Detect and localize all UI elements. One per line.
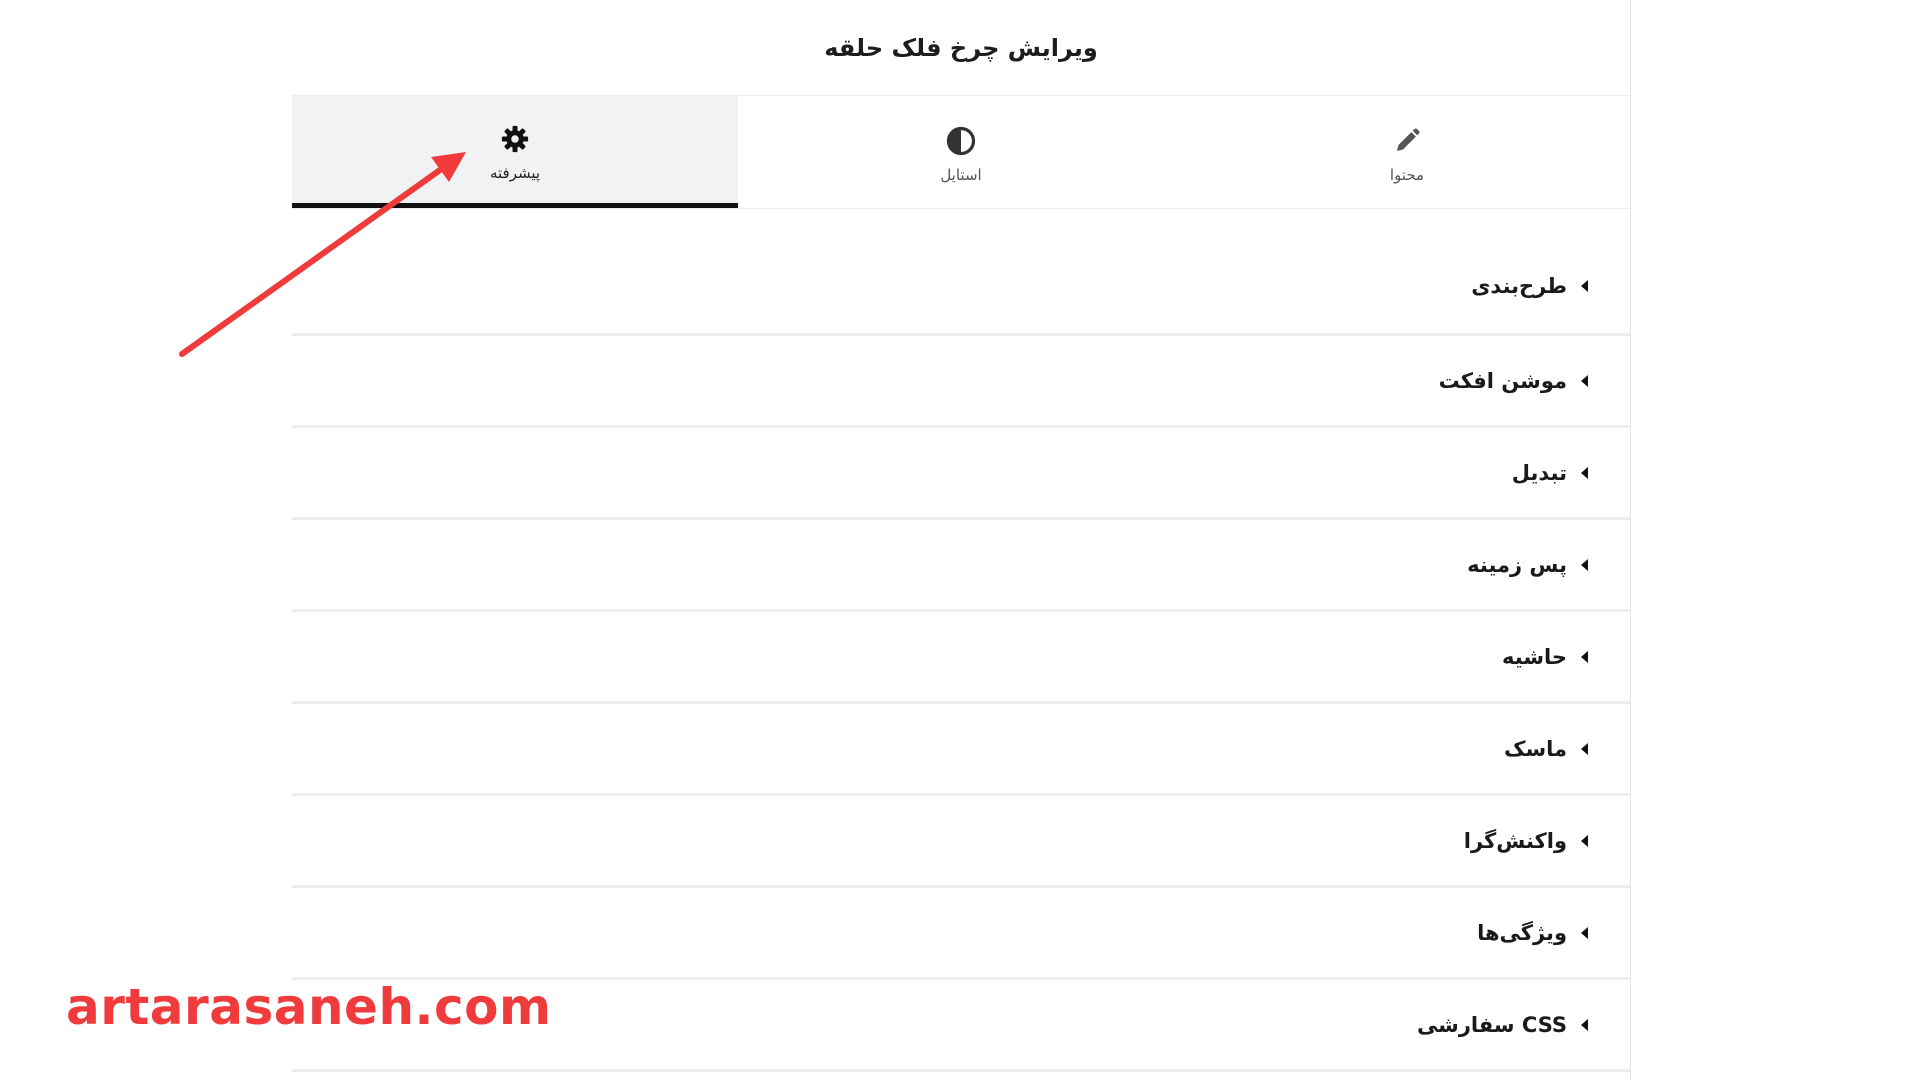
caret-left-icon <box>1581 466 1588 479</box>
section-mask[interactable]: ماسک <box>292 704 1630 796</box>
site-watermark: artarasaneh.com <box>66 978 552 1036</box>
caret-left-icon <box>1581 558 1588 571</box>
caret-left-icon <box>1581 374 1588 387</box>
tab-bar: محتوا استایل پیشرفته <box>292 96 1630 209</box>
caret-left-icon <box>1581 926 1588 939</box>
caret-left-icon <box>1581 834 1588 847</box>
gear-icon <box>500 124 530 154</box>
caret-left-icon <box>1581 742 1588 755</box>
tab-content[interactable]: محتوا <box>1184 96 1630 208</box>
section-label: حاشیه <box>1502 644 1567 669</box>
tab-content-label: محتوا <box>1389 166 1425 184</box>
tab-style-label: استایل <box>940 166 982 184</box>
section-label: ویژگی‌ها <box>1477 920 1567 945</box>
pencil-icon <box>1392 126 1422 156</box>
section-motion-effects[interactable]: موشن افکت <box>292 336 1630 428</box>
section-label: پس زمینه <box>1467 552 1567 577</box>
screenshot-page: ویرایش چرخ فلک حلقه محتوا استایل پیشرفته… <box>0 0 1920 1080</box>
editor-panel: ویرایش چرخ فلک حلقه محتوا استایل پیشرفته… <box>292 0 1631 1080</box>
section-label: موشن افکت <box>1438 368 1567 393</box>
tab-style[interactable]: استایل <box>738 96 1184 208</box>
section-label: CSS سفارشی <box>1416 1012 1567 1037</box>
section-label: واکنش‌گرا <box>1463 828 1567 853</box>
tab-advanced-label: پیشرفته <box>489 163 541 182</box>
section-label: طرح‌بندی <box>1471 274 1567 298</box>
section-layout[interactable]: طرح‌بندی <box>292 239 1630 336</box>
section-background[interactable]: پس زمینه <box>292 520 1630 612</box>
section-label: تبدیل <box>1511 460 1567 485</box>
panel-header: ویرایش چرخ فلک حلقه <box>292 0 1630 96</box>
caret-left-icon <box>1581 280 1588 292</box>
caret-left-icon <box>1581 650 1588 663</box>
section-list: طرح‌بندی موشن افکت تبدیل پس زمینه حاشیه … <box>292 239 1630 1072</box>
half-circle-icon <box>946 126 976 156</box>
caret-left-icon <box>1581 1018 1588 1031</box>
section-attributes[interactable]: ویژگی‌ها <box>292 888 1630 980</box>
section-responsive[interactable]: واکنش‌گرا <box>292 796 1630 888</box>
section-border[interactable]: حاشیه <box>292 612 1630 704</box>
tab-advanced[interactable]: پیشرفته <box>292 96 738 208</box>
section-label: ماسک <box>1503 736 1567 761</box>
panel-title: ویرایش چرخ فلک حلقه <box>824 33 1098 62</box>
section-transform[interactable]: تبدیل <box>292 428 1630 520</box>
